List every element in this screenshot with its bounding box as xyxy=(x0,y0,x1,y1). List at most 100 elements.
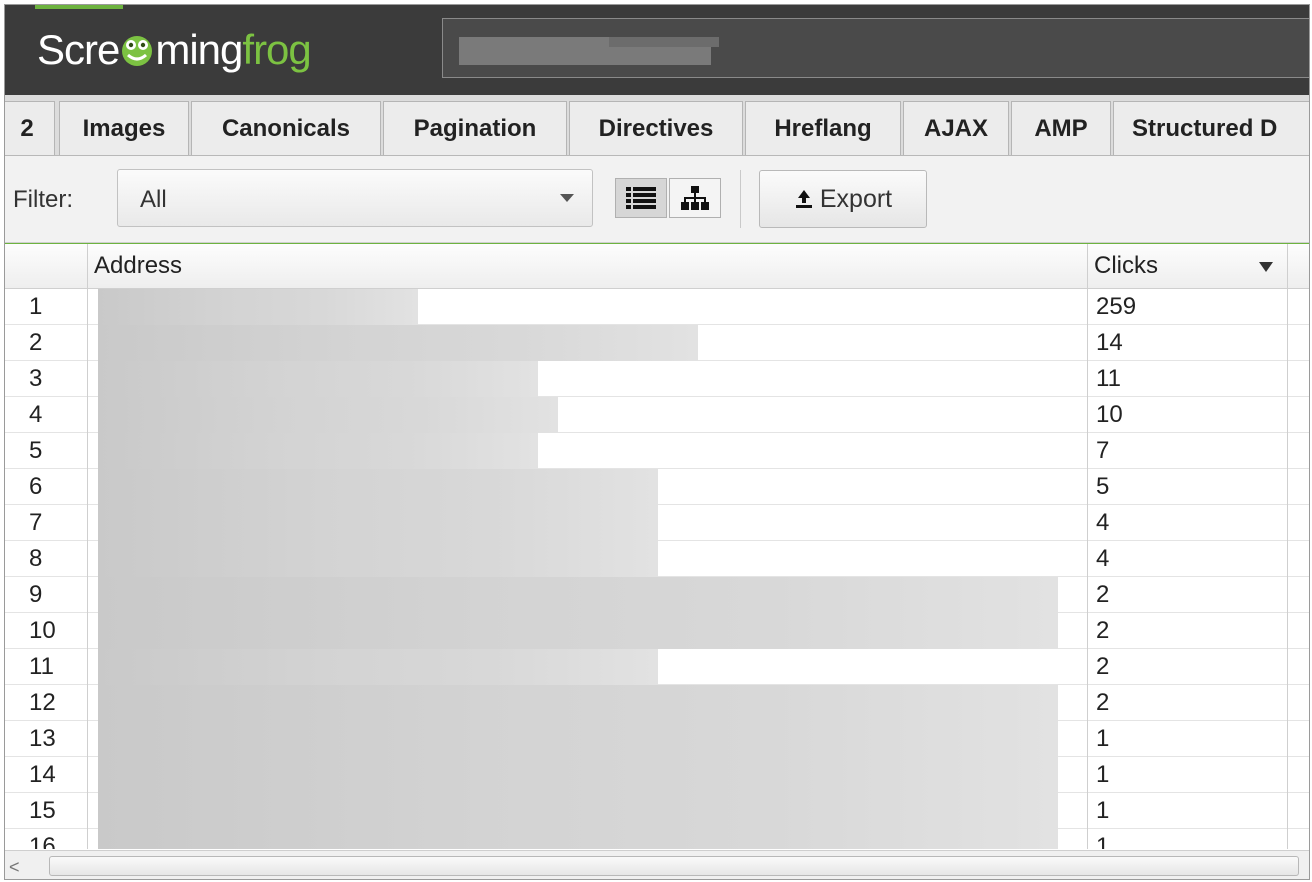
table-header: Address Clicks xyxy=(5,244,1309,289)
table-row[interactable]: 16 1 xyxy=(5,829,1309,849)
table-row[interactable]: 4 10 xyxy=(5,397,1309,433)
tab-ajax[interactable]: AJAX xyxy=(903,101,1009,155)
tab-pagination[interactable]: Pagination xyxy=(383,101,567,155)
row-number-cell: 12 xyxy=(5,685,88,721)
tree-view-button[interactable] xyxy=(669,178,721,218)
tab-hreflang[interactable]: Hreflang xyxy=(745,101,901,155)
view-toggle-group xyxy=(615,178,723,218)
scroll-left-arrow[interactable]: < xyxy=(9,857,20,878)
table-row[interactable]: 14 1 xyxy=(5,757,1309,793)
redacted-address xyxy=(98,685,1058,721)
column-header-address[interactable]: Address xyxy=(88,244,1088,288)
table-row[interactable]: 15 1 xyxy=(5,793,1309,829)
list-view-button[interactable] xyxy=(615,178,667,218)
export-button[interactable]: Export xyxy=(759,170,927,228)
address-cell[interactable] xyxy=(88,577,1088,613)
results-table: Address Clicks 1 259 2 14 3 11 4 10 5 7 6 5 7 4 8 4 9 2 10… xyxy=(5,243,1309,849)
address-cell[interactable] xyxy=(88,541,1088,577)
redacted-address xyxy=(98,829,1058,849)
address-cell[interactable] xyxy=(88,397,1088,433)
table-row[interactable]: 2 14 xyxy=(5,325,1309,361)
address-cell[interactable] xyxy=(88,685,1088,721)
frog-icon xyxy=(122,36,153,66)
address-cell[interactable] xyxy=(88,721,1088,757)
redacted-address xyxy=(98,505,658,541)
clicks-cell: 2 xyxy=(1088,577,1288,613)
tab-images[interactable]: Images xyxy=(59,101,189,155)
clicks-cell: 4 xyxy=(1088,541,1288,577)
address-cell[interactable] xyxy=(88,325,1088,361)
clicks-cell: 10 xyxy=(1088,397,1288,433)
logo-text-frog: frog xyxy=(242,26,311,73)
clicks-cell: 14 xyxy=(1088,325,1288,361)
toolbar: Filter: All Export xyxy=(5,156,1309,243)
chevron-down-icon xyxy=(560,194,574,202)
tab-canonicals[interactable]: Canonicals xyxy=(191,101,381,155)
address-cell[interactable] xyxy=(88,469,1088,505)
redacted-address xyxy=(98,757,1058,793)
row-number-cell: 4 xyxy=(5,397,88,433)
clicks-cell: 1 xyxy=(1088,829,1288,849)
table-row[interactable]: 74 xyxy=(5,505,1309,541)
address-cell[interactable] xyxy=(88,757,1088,793)
table-row[interactable]: 65 xyxy=(5,469,1309,505)
app-window: Scre ming frog 2 Images Canonicals Pagin… xyxy=(4,4,1310,880)
screaming-frog-logo: Scre ming frog xyxy=(37,15,312,85)
redacted-address xyxy=(98,649,658,685)
table-row[interactable]: 3 11 xyxy=(5,361,1309,397)
address-cell[interactable] xyxy=(88,649,1088,685)
table-row[interactable]: 1 259 xyxy=(5,289,1309,325)
tab-structured-data[interactable]: Structured D xyxy=(1113,101,1309,155)
redacted-url xyxy=(459,37,719,65)
row-number-cell: 7 xyxy=(5,505,88,541)
clicks-cell: 1 xyxy=(1088,757,1288,793)
address-cell[interactable] xyxy=(88,793,1088,829)
table-body: 1 259 2 14 3 11 4 10 5 7 6 5 7 4 8 4 9 2 10 2 11 2 12 2 13 1 14 1 15… xyxy=(5,289,1309,849)
address-cell[interactable] xyxy=(88,829,1088,849)
row-number-cell: 6 xyxy=(5,469,88,505)
tab-directives[interactable]: Directives xyxy=(569,101,743,155)
list-icon xyxy=(626,187,656,209)
row-number-cell: 1 xyxy=(5,289,88,325)
redacted-address xyxy=(98,361,538,397)
row-number-cell: 11 xyxy=(5,649,88,685)
address-cell[interactable] xyxy=(88,361,1088,397)
logo-text-ming: ming xyxy=(155,26,243,73)
address-cell[interactable] xyxy=(88,613,1088,649)
table-row[interactable]: 10 2 xyxy=(5,613,1309,649)
row-number-cell: 2 xyxy=(5,325,88,361)
row-number-cell: 10 xyxy=(5,613,88,649)
column-header-row-number xyxy=(5,244,88,288)
clicks-cell: 2 xyxy=(1088,613,1288,649)
clicks-cell: 11 xyxy=(1088,361,1288,397)
header-accent-strip xyxy=(35,5,123,9)
toolbar-separator xyxy=(740,170,741,228)
address-cell[interactable] xyxy=(88,505,1088,541)
clicks-cell: 2 xyxy=(1088,649,1288,685)
export-label: Export xyxy=(819,184,893,213)
row-number-cell: 8 xyxy=(5,541,88,577)
scrollbar-thumb[interactable] xyxy=(49,856,1299,876)
tab-amp[interactable]: AMP xyxy=(1011,101,1111,155)
clicks-cell: 5 xyxy=(1088,469,1288,505)
table-row[interactable]: 11 2 xyxy=(5,649,1309,685)
redacted-address xyxy=(98,613,1058,649)
row-number-cell: 5 xyxy=(5,433,88,469)
clicks-cell: 1 xyxy=(1088,793,1288,829)
horizontal-scrollbar[interactable]: < xyxy=(5,850,1309,879)
address-cell[interactable] xyxy=(88,289,1088,325)
filter-dropdown[interactable]: All xyxy=(117,169,593,227)
clicks-cell: 259 xyxy=(1088,289,1288,325)
tab-partial-2[interactable]: 2 xyxy=(5,101,55,155)
table-row[interactable]: 57 xyxy=(5,433,1309,469)
table-row[interactable]: 92 xyxy=(5,577,1309,613)
filter-label: Filter: xyxy=(13,186,73,213)
table-row[interactable]: 84 xyxy=(5,541,1309,577)
column-header-clicks[interactable]: Clicks xyxy=(1088,244,1288,288)
url-input[interactable] xyxy=(442,18,1309,78)
row-number-cell: 14 xyxy=(5,757,88,793)
table-row[interactable]: 13 1 xyxy=(5,721,1309,757)
clicks-cell: 2 xyxy=(1088,685,1288,721)
address-cell[interactable] xyxy=(88,433,1088,469)
table-row[interactable]: 12 2 xyxy=(5,685,1309,721)
